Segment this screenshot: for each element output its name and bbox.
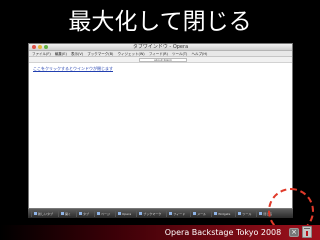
address-bar: about:blank xyxy=(29,57,292,63)
address-field[interactable]: about:blank xyxy=(139,58,187,62)
close-window-link[interactable]: ここをクリックするとウインドウが閉じます xyxy=(33,66,113,72)
menu-item-edit[interactable]: 編集(E) xyxy=(55,52,67,56)
taskbar-item[interactable]: メール xyxy=(190,210,208,217)
trash-icon[interactable] xyxy=(302,226,312,238)
footer-text: Opera Backstage Tokyo 2008 xyxy=(164,228,282,237)
menu-item-widgets[interactable]: ウィジェット(W) xyxy=(117,52,144,56)
menu-item-bookmarks[interactable]: ブックマーク(B) xyxy=(87,52,113,56)
browser-window: タブワインドウ - Opera ファイル(F) 編集(E) 表示(V) ブックマ… xyxy=(28,43,293,218)
menu-item-view[interactable]: 表示(V) xyxy=(71,52,83,56)
menu-item-tools[interactable]: ツール(T) xyxy=(172,52,187,56)
menu-item-file[interactable]: ファイル(F) xyxy=(32,52,51,56)
close-icon[interactable]: × xyxy=(289,228,299,237)
taskbar-item[interactable]: タブ xyxy=(76,210,91,217)
menu-item-help[interactable]: ヘルプ(H) xyxy=(192,52,208,56)
taskbar-item[interactable]: Opera xyxy=(115,210,133,217)
taskbar: 新しいタブ 開く タブ ページ Opera ブックマーク フィード メール Wi… xyxy=(28,208,293,218)
menu-item-feeds[interactable]: フィード(R) xyxy=(149,52,168,56)
taskbar-item[interactable]: ツール xyxy=(235,210,253,217)
window-titlebar[interactable]: タブワインドウ - Opera xyxy=(29,44,292,51)
taskbar-item[interactable]: Widgets xyxy=(211,210,232,217)
taskbar-item[interactable]: 新しいタブ xyxy=(31,210,55,217)
window-title: タブワインドウ - Opera xyxy=(132,44,189,50)
taskbar-item[interactable]: ページ xyxy=(94,210,112,217)
taskbar-item[interactable]: ブックマーク xyxy=(136,210,163,217)
taskbar-item[interactable]: 開く xyxy=(58,210,73,217)
slide-title: 最大化して閉じる xyxy=(68,9,252,35)
taskbar-item[interactable]: フィード xyxy=(166,210,187,217)
